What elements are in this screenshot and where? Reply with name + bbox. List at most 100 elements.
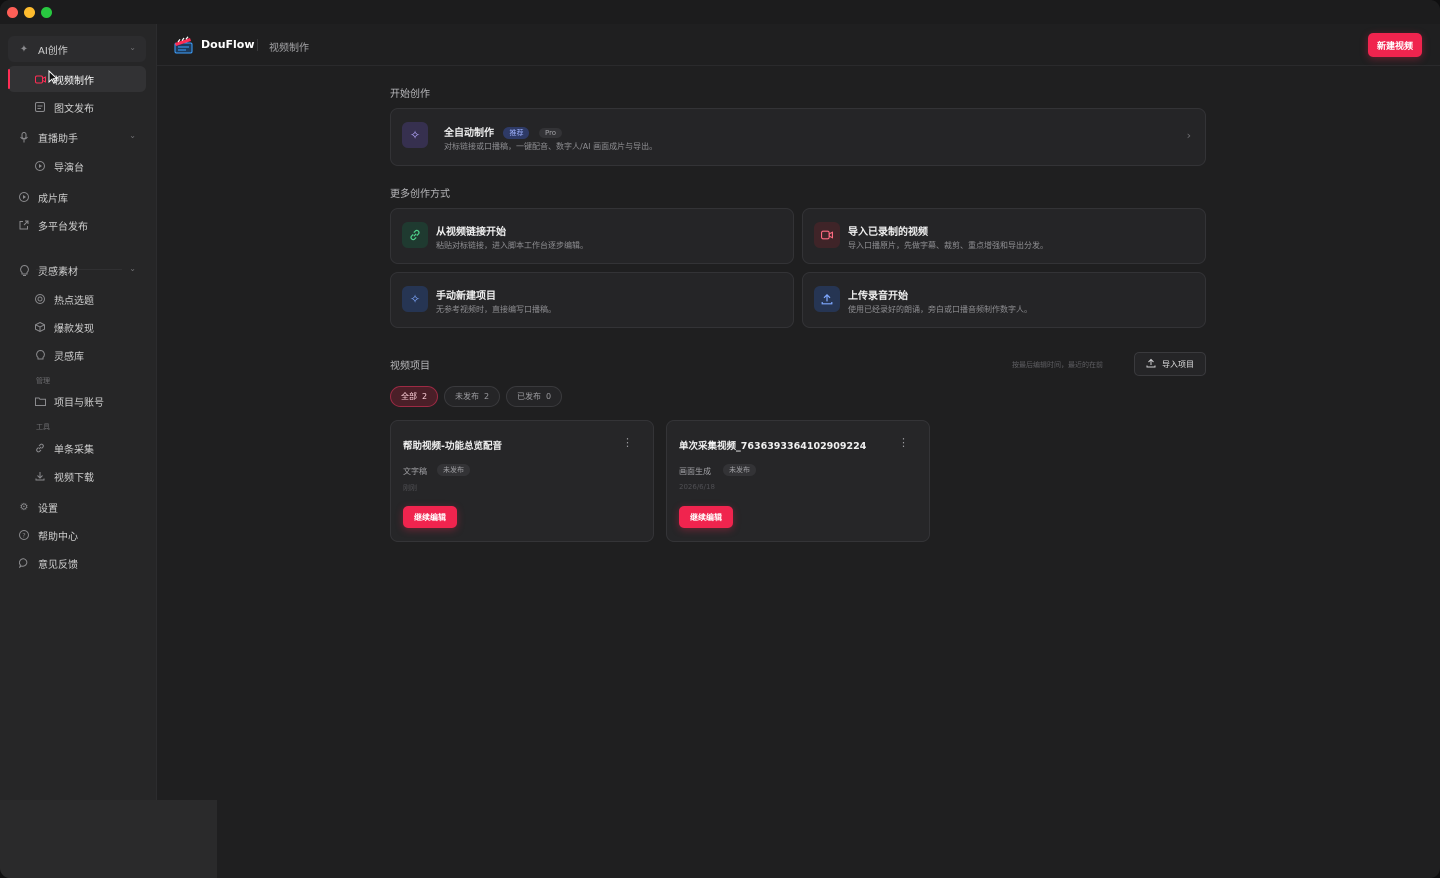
- more-options-icon[interactable]: ⋮: [898, 436, 909, 449]
- sidebar-item-label: AI创作: [38, 45, 68, 57]
- lightbulb-icon: [34, 349, 46, 361]
- card-title: 上传录音开始: [848, 291, 908, 302]
- chat-bubble-icon: [18, 557, 30, 569]
- chevron-down-icon: ⌄: [129, 43, 136, 52]
- section-title-more-ways: 更多创作方式: [390, 189, 450, 200]
- breadcrumb: 视频制作: [269, 43, 309, 54]
- status-badge: 未发布: [723, 464, 756, 476]
- auto-create-card[interactable]: ✧ 全自动制作 推荐 Pro 对标链接或口播稿，一键配音、数字人/AI 画面成片…: [390, 108, 1206, 166]
- card-description: 对标链接或口播稿，一键配音、数字人/AI 画面成片与导出。: [444, 142, 658, 151]
- continue-edit-button[interactable]: 继续编辑: [679, 506, 733, 528]
- sidebar-item-director[interactable]: 导演台: [8, 153, 146, 179]
- sidebar-item-label: 意见反馈: [38, 559, 78, 571]
- cube-icon: [34, 321, 46, 333]
- recommend-badge: 推荐: [503, 127, 530, 139]
- card-title: 导入已录制的视频: [848, 227, 928, 238]
- project-card[interactable]: 单次采集视频_7636393364102909224 ⋮ 画面生成 未发布 20…: [666, 420, 930, 542]
- image-text-icon: [34, 101, 46, 113]
- sidebar-item-label: 项目与账号: [54, 397, 104, 409]
- sidebar-item-film-library[interactable]: 成片库: [8, 184, 146, 210]
- sidebar-item-settings[interactable]: ⚙ 设置: [8, 494, 146, 520]
- filter-all[interactable]: 全部 2: [390, 386, 439, 407]
- sidebar-item-label: 设置: [38, 503, 58, 515]
- filter-label: 未发布: [455, 392, 479, 401]
- close-window-button[interactable]: [7, 7, 18, 18]
- sidebar-item-label: 多平台发布: [38, 221, 88, 233]
- sidebar-item-label: 热点选题: [54, 295, 94, 307]
- method-card-upload-audio[interactable]: 上传录音开始 使用已经录好的朗诵，旁白或口播音频制作数字人。: [802, 272, 1206, 328]
- new-video-button[interactable]: 新建视频: [1368, 33, 1422, 57]
- sidebar-group-ai-create[interactable]: ✦ AI创作 ⌄: [8, 36, 146, 62]
- status-badge: 未发布: [437, 464, 470, 476]
- lightbulb-icon: [18, 264, 30, 276]
- sparkle-icon: ✦: [19, 43, 29, 55]
- sidebar-group-live-assistant[interactable]: 直播助手 ⌄: [8, 124, 146, 150]
- sort-hint: 按最后编辑时间，最近的在前: [1012, 361, 1103, 369]
- sidebar-item-hot-topics[interactable]: 热点选题: [8, 286, 146, 312]
- section-title-projects: 视频项目: [390, 361, 430, 372]
- sidebar-item-label: 直播助手: [38, 133, 78, 145]
- method-card-manual-new[interactable]: ✧ 手动新建项目 无参考视频时，直接编写口播稿。: [390, 272, 794, 328]
- more-options-icon[interactable]: ⋮: [622, 436, 633, 449]
- microphone-icon: [18, 131, 30, 143]
- sidebar-item-projects-accounts[interactable]: 项目与账号: [8, 388, 146, 414]
- minimize-window-button[interactable]: [24, 7, 35, 18]
- project-title: 帮助视频-功能总览配音: [403, 441, 502, 452]
- filter-published[interactable]: 已发布 0: [506, 386, 563, 407]
- sidebar-item-label: 图文发布: [54, 103, 94, 115]
- import-project-button[interactable]: 导入项目: [1134, 352, 1206, 376]
- method-card-video-link[interactable]: 从视频链接开始 粘贴对标链接，进入脚本工作台逐步编辑。: [390, 208, 794, 264]
- play-circle-icon: [18, 191, 30, 203]
- sidebar: ✦ AI创作 ⌄ 视频制作 图文发布 直播助手 ⌄ 导演台 成片库 多平台发布 …: [0, 24, 157, 800]
- link-icon: [402, 222, 428, 248]
- sidebar-item-image-text[interactable]: 图文发布: [8, 94, 146, 120]
- target-icon: [34, 293, 46, 305]
- play-circle-icon: [34, 160, 46, 172]
- sidebar-item-label: 帮助中心: [38, 531, 78, 543]
- sidebar-group-inspiration[interactable]: 灵感素材 ⌄: [8, 257, 146, 283]
- section-title-start: 开始创作: [390, 89, 430, 100]
- header-divider: [257, 39, 258, 51]
- title-bar: [0, 0, 1440, 24]
- sidebar-item-viral-discovery[interactable]: 爆款发现: [8, 314, 146, 340]
- mouse-cursor-icon: [48, 70, 58, 84]
- sidebar-item-help-center[interactable]: ? 帮助中心: [8, 522, 146, 548]
- filter-unpublished[interactable]: 未发布 2: [444, 386, 501, 407]
- sidebar-item-inspiration-library[interactable]: 灵感库: [8, 342, 146, 368]
- card-title: 手动新建项目: [436, 291, 496, 302]
- filter-count: 2: [484, 392, 490, 401]
- method-card-import-video[interactable]: 导入已录制的视频 导入口播原片，先做字幕、裁剪、重点增强和导出分发。: [802, 208, 1206, 264]
- filter-count: 0: [546, 392, 552, 401]
- sidebar-footer-panel: [0, 800, 217, 878]
- sidebar-item-feedback[interactable]: 意见反馈: [8, 550, 146, 576]
- project-card[interactable]: 帮助视频-功能总览配音 ⋮ 文字稿 未发布 刚刚 继续编辑: [390, 420, 654, 542]
- sidebar-item-label: 灵感库: [54, 351, 84, 363]
- upload-icon: [1146, 358, 1156, 371]
- sidebar-item-label: 灵感素材: [38, 266, 78, 278]
- filter-label: 全部: [401, 392, 417, 401]
- sidebar-item-video-production[interactable]: 视频制作: [8, 66, 146, 92]
- link-icon: [34, 442, 46, 454]
- card-description: 导入口播原片，先做字幕、裁剪、重点增强和导出分发。: [848, 241, 1048, 250]
- download-icon: [34, 470, 46, 482]
- maximize-window-button[interactable]: [41, 7, 52, 18]
- gear-icon: ⚙: [19, 501, 29, 513]
- sidebar-item-multi-publish[interactable]: 多平台发布: [8, 212, 146, 238]
- sidebar-item-label: 单条采集: [54, 444, 94, 456]
- sidebar-item-video-download[interactable]: 视频下载: [8, 463, 146, 489]
- auto-card-title: 全自动制作: [444, 128, 494, 139]
- app-name: DouFlow: [201, 38, 255, 51]
- import-label: 导入项目: [1162, 359, 1194, 369]
- project-type: 文字稿: [403, 467, 427, 476]
- clapperboard-logo-icon: [174, 36, 193, 54]
- svg-text:?: ?: [22, 532, 25, 540]
- card-title: 全自动制作 推荐 Pro: [444, 124, 563, 139]
- continue-edit-button[interactable]: 继续编辑: [403, 506, 457, 528]
- card-description: 无参考视频时，直接编写口播稿。: [436, 305, 556, 314]
- sidebar-item-single-capture[interactable]: 单条采集: [8, 435, 146, 461]
- video-camera-icon: [34, 73, 46, 85]
- upload-icon: [814, 286, 840, 312]
- folder-icon: [34, 395, 46, 407]
- sparkle-icon: ✧: [402, 122, 428, 148]
- card-description: 粘贴对标链接，进入脚本工作台逐步编辑。: [436, 241, 588, 250]
